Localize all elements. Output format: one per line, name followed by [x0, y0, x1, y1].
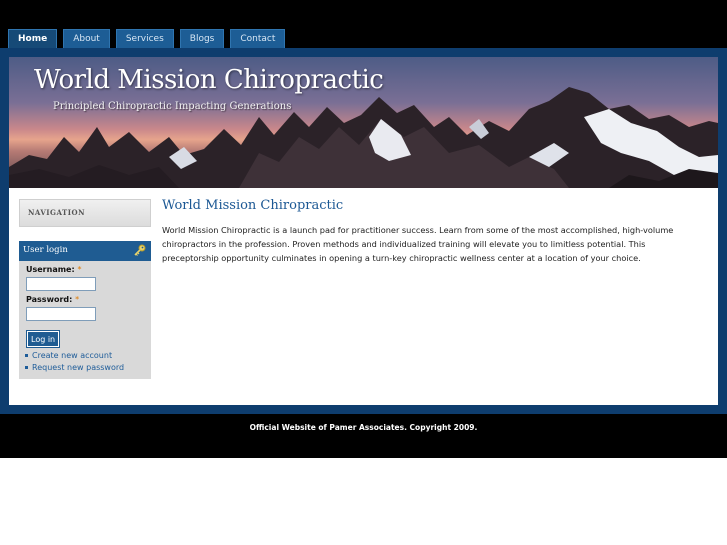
password-input[interactable]	[26, 307, 96, 321]
site-slogan: Principled Chiropractic Impacting Genera…	[53, 101, 292, 112]
content-body: World Mission Chiropractic is a launch p…	[162, 225, 674, 263]
user-login-header: User login	[19, 241, 151, 261]
left-sidebar: NAVIGATION User login Username: * Passwo…	[19, 199, 151, 379]
password-required-mark: *	[75, 295, 80, 304]
create-account-link[interactable]: Create new account	[25, 351, 112, 360]
user-login-block: User login Username: * Password: * Log i…	[19, 241, 151, 379]
site-name[interactable]: World Mission Chiropractic	[34, 65, 384, 95]
tab-about[interactable]: About	[63, 29, 110, 49]
tab-blogs[interactable]: Blogs	[179, 29, 225, 49]
navigation-block-title: NAVIGATION	[28, 208, 86, 217]
bullet-icon	[25, 354, 28, 357]
page: Home About Services Blogs Contact World …	[0, 0, 727, 545]
bullet-icon	[25, 366, 28, 369]
top-bar: Home About Services Blogs Contact	[0, 0, 727, 49]
username-input[interactable]	[26, 277, 96, 291]
password-label: Password: *	[26, 295, 79, 304]
header-banner: World Mission Chiropractic Principled Ch…	[9, 57, 718, 188]
request-password-link-text[interactable]: Request new password	[32, 363, 124, 372]
user-login-title: User login	[23, 245, 68, 255]
login-button[interactable]: Log in	[25, 330, 61, 348]
username-label: Username: *	[26, 265, 81, 274]
tab-contact[interactable]: Contact	[230, 29, 286, 49]
navigation-block: NAVIGATION	[19, 199, 151, 227]
key-icon	[134, 244, 146, 256]
tab-services[interactable]: Services	[115, 29, 174, 49]
password-label-text: Password:	[26, 295, 73, 304]
main-content: World Mission Chiropractic World Mission…	[162, 198, 712, 265]
footer: Official Website of Pamer Associates. Co…	[0, 414, 727, 458]
tab-home[interactable]: Home	[8, 29, 58, 49]
primary-nav: Home About Services Blogs Contact	[8, 29, 286, 49]
page-title[interactable]: World Mission Chiropractic	[162, 198, 712, 213]
create-account-link-text[interactable]: Create new account	[32, 351, 112, 360]
username-required-mark: *	[77, 265, 82, 274]
page-frame: World Mission Chiropractic Principled Ch…	[0, 48, 727, 414]
page-container: World Mission Chiropractic Principled Ch…	[9, 57, 718, 405]
footer-copyright: Official Website of Pamer Associates. Co…	[249, 423, 478, 432]
request-password-link[interactable]: Request new password	[25, 363, 124, 372]
username-label-text: Username:	[26, 265, 75, 274]
